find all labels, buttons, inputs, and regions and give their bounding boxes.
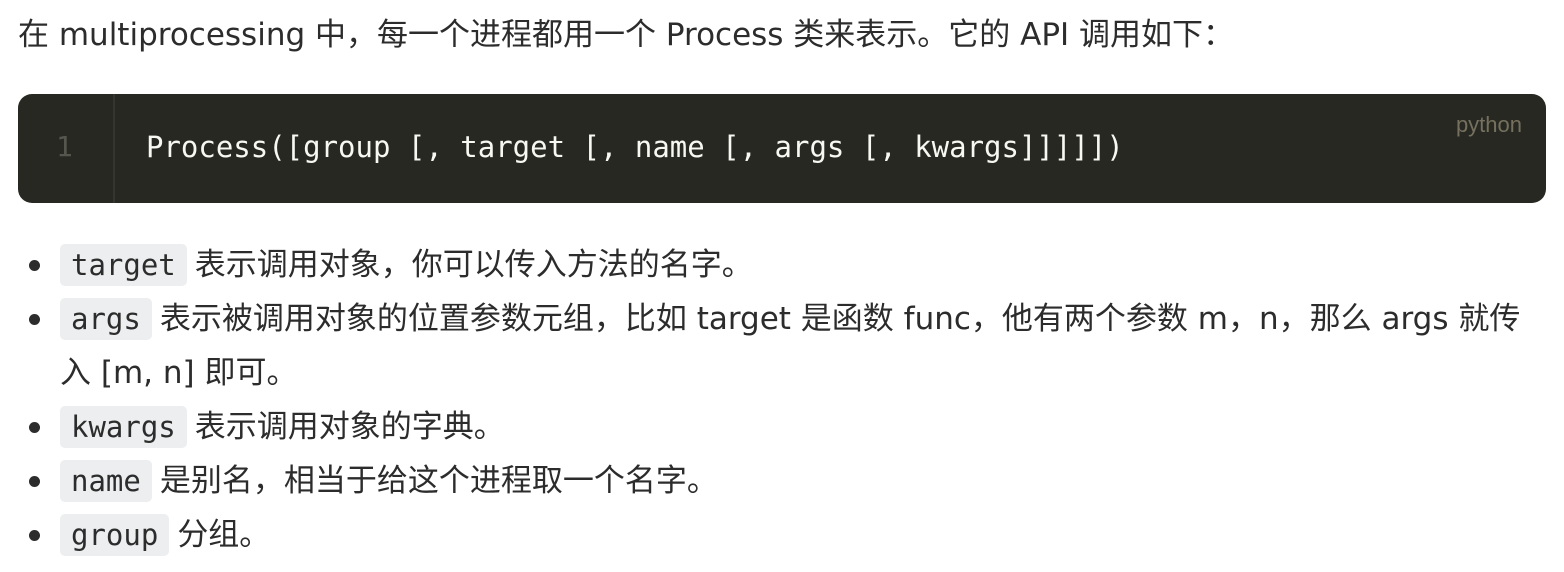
bullet-icon [29,314,40,325]
code-block: 1 Process([group [, target [, name [, ar… [18,94,1546,203]
inline-code: name [60,460,152,502]
inline-code: args [60,298,152,340]
list-item: target 表示调用对象，你可以传入方法的名字。 [18,238,1548,292]
list-item-text: 分组。 [177,517,271,553]
inline-code: target [60,244,187,286]
bullet-icon [29,476,40,487]
bullet-icon [29,422,40,433]
list-item: name 是别名，相当于给这个进程取一个名字。 [18,454,1548,508]
inline-code: group [60,514,170,556]
line-number: 1 [56,130,73,163]
list-item-text: 表示被调用对象的位置参数元组，比如 target 是函数 func，他有两个参数… [60,301,1521,391]
list-item-text: 表示调用对象，你可以传入方法的名字。 [194,247,753,283]
list-item: kwargs 表示调用对象的字典。 [18,400,1548,454]
bullet-icon [29,260,40,271]
language-label: python [1455,112,1522,137]
list-item-text: 表示调用对象的字典。 [194,409,505,445]
code-line: Process([group [, target [, name [, args… [146,130,1124,164]
line-number-gutter: 1 [18,94,115,203]
list-item: group 分组。 [18,508,1548,562]
intro-paragraph: 在 multiprocessing 中，每一个进程都用一个 Process 类来… [18,17,1235,53]
inline-code: kwargs [60,406,187,448]
parameter-list: target 表示调用对象，你可以传入方法的名字。 args 表示被调用对象的位置参… [18,238,1548,562]
bullet-icon [29,530,40,541]
list-item: args 表示被调用对象的位置参数元组，比如 target 是函数 func，他有… [18,292,1548,400]
list-item-text: 是别名，相当于给这个进程取一个名字。 [159,463,718,499]
